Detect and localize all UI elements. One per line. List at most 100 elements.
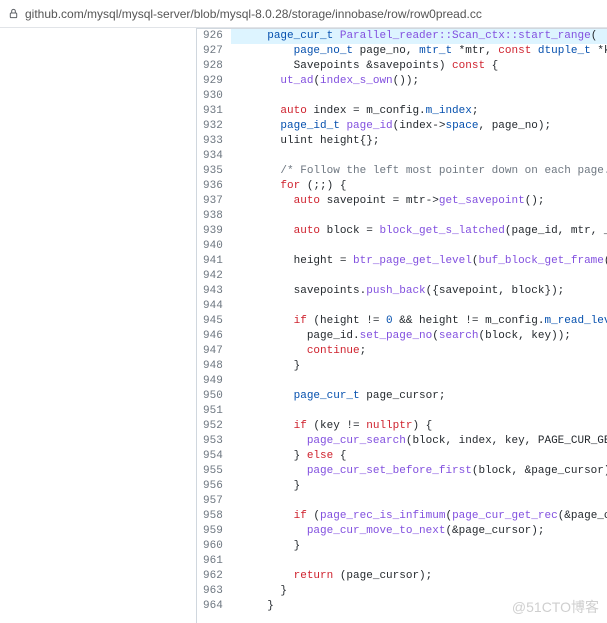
line-number[interactable]: 929: [197, 74, 231, 89]
line-content[interactable]: ulint height{};: [231, 134, 607, 149]
line-number[interactable]: 926: [197, 29, 231, 44]
line-number[interactable]: 941: [197, 254, 231, 269]
code-line: 940: [197, 239, 607, 254]
code-line: 945 if (height != 0 && height != m_confi…: [197, 314, 607, 329]
line-number[interactable]: 930: [197, 89, 231, 104]
line-content[interactable]: continue;: [231, 344, 607, 359]
line-number[interactable]: 934: [197, 149, 231, 164]
code-line: 955 page_cur_set_before_first(block, &pa…: [197, 464, 607, 479]
line-content[interactable]: if (page_rec_is_infimum(page_cur_get_rec…: [231, 509, 607, 524]
line-number[interactable]: 931: [197, 104, 231, 119]
line-content[interactable]: }: [231, 539, 607, 554]
line-content[interactable]: [231, 209, 607, 224]
line-content[interactable]: page_id.set_page_no(search(block, key));: [231, 329, 607, 344]
line-content[interactable]: Savepoints &savepoints) const {: [231, 59, 607, 74]
line-content[interactable]: auto block = block_get_s_latched(page_id…: [231, 224, 607, 239]
line-number[interactable]: 959: [197, 524, 231, 539]
line-content[interactable]: page_cur_t Parallel_reader::Scan_ctx::st…: [231, 29, 607, 44]
line-number[interactable]: 948: [197, 359, 231, 374]
code-line: 957: [197, 494, 607, 509]
line-content[interactable]: /* Follow the left most pointer down on …: [231, 164, 607, 179]
line-content[interactable]: [231, 299, 607, 314]
line-number[interactable]: 946: [197, 329, 231, 344]
line-number[interactable]: 951: [197, 404, 231, 419]
line-number[interactable]: 964: [197, 599, 231, 614]
line-content[interactable]: [231, 239, 607, 254]
code-line: 930: [197, 89, 607, 104]
line-number[interactable]: 952: [197, 419, 231, 434]
line-number[interactable]: 935: [197, 164, 231, 179]
line-content[interactable]: for (;;) {: [231, 179, 607, 194]
line-content[interactable]: }: [231, 584, 607, 599]
line-content[interactable]: if (height != 0 && height != m_config.m_…: [231, 314, 607, 329]
line-number[interactable]: 956: [197, 479, 231, 494]
line-number[interactable]: 927: [197, 44, 231, 59]
line-number[interactable]: 960: [197, 539, 231, 554]
address-bar[interactable]: github.com/mysql/mysql-server/blob/mysql…: [0, 0, 607, 28]
line-content[interactable]: ut_ad(index_s_own());: [231, 74, 607, 89]
line-number[interactable]: 961: [197, 554, 231, 569]
line-number[interactable]: 933: [197, 134, 231, 149]
line-content[interactable]: page_no_t page_no, mtr_t *mtr, const dtu…: [231, 44, 607, 59]
line-content[interactable]: page_cur_move_to_next(&page_cursor);: [231, 524, 607, 539]
line-number[interactable]: 955: [197, 464, 231, 479]
line-number[interactable]: 950: [197, 389, 231, 404]
code-line: 963 }: [197, 584, 607, 599]
line-content[interactable]: [231, 404, 607, 419]
code-line: 938: [197, 209, 607, 224]
line-content[interactable]: auto index = m_config.m_index;: [231, 104, 607, 119]
line-number[interactable]: 943: [197, 284, 231, 299]
line-content[interactable]: }: [231, 479, 607, 494]
line-content[interactable]: auto savepoint = mtr->get_savepoint();: [231, 194, 607, 209]
line-number[interactable]: 949: [197, 374, 231, 389]
line-number[interactable]: 936: [197, 179, 231, 194]
line-content[interactable]: return (page_cursor);: [231, 569, 607, 584]
line-number[interactable]: 947: [197, 344, 231, 359]
line-number[interactable]: 932: [197, 119, 231, 134]
line-content[interactable]: [231, 149, 607, 164]
line-number[interactable]: 939: [197, 224, 231, 239]
code-line: 933 ulint height{};: [197, 134, 607, 149]
lock-icon: [8, 8, 19, 19]
code-line: 932 page_id_t page_id(index->space, page…: [197, 119, 607, 134]
line-content[interactable]: [231, 89, 607, 104]
line-number[interactable]: 954: [197, 449, 231, 464]
code-line: 948 }: [197, 359, 607, 374]
code-line: 951: [197, 404, 607, 419]
line-content[interactable]: }: [231, 599, 607, 614]
line-number[interactable]: 944: [197, 299, 231, 314]
line-number[interactable]: 945: [197, 314, 231, 329]
line-number[interactable]: 938: [197, 209, 231, 224]
line-number[interactable]: 957: [197, 494, 231, 509]
line-content[interactable]: page_cur_search(block, index, key, PAGE_…: [231, 434, 607, 449]
code-line: 964 }: [197, 599, 607, 614]
line-number[interactable]: 962: [197, 569, 231, 584]
code-line: 949: [197, 374, 607, 389]
line-content[interactable]: page_cur_t page_cursor;: [231, 389, 607, 404]
line-content[interactable]: height = btr_page_get_level(buf_block_ge…: [231, 254, 607, 269]
line-number[interactable]: 928: [197, 59, 231, 74]
line-content[interactable]: [231, 374, 607, 389]
line-number[interactable]: 937: [197, 194, 231, 209]
line-content[interactable]: page_id_t page_id(index->space, page_no)…: [231, 119, 607, 134]
line-content[interactable]: [231, 554, 607, 569]
line-content[interactable]: if (key != nullptr) {: [231, 419, 607, 434]
code-line: 937 auto savepoint = mtr->get_savepoint(…: [197, 194, 607, 209]
line-number[interactable]: 953: [197, 434, 231, 449]
code-line: 939 auto block = block_get_s_latched(pag…: [197, 224, 607, 239]
line-number[interactable]: 958: [197, 509, 231, 524]
code-line: 946 page_id.set_page_no(search(block, ke…: [197, 329, 607, 344]
line-number[interactable]: 963: [197, 584, 231, 599]
code-line: 944: [197, 299, 607, 314]
code-line: 942: [197, 269, 607, 284]
line-content[interactable]: page_cur_set_before_first(block, &page_c…: [231, 464, 607, 479]
line-content[interactable]: savepoints.push_back({savepoint, block})…: [231, 284, 607, 299]
line-content[interactable]: [231, 494, 607, 509]
line-content[interactable]: }: [231, 359, 607, 374]
line-number[interactable]: 942: [197, 269, 231, 284]
line-content[interactable]: } else {: [231, 449, 607, 464]
code-line: 926 page_cur_t Parallel_reader::Scan_ctx…: [197, 29, 607, 44]
line-content[interactable]: [231, 269, 607, 284]
line-number[interactable]: 940: [197, 239, 231, 254]
code-viewer[interactable]: 926 page_cur_t Parallel_reader::Scan_ctx…: [196, 28, 607, 623]
